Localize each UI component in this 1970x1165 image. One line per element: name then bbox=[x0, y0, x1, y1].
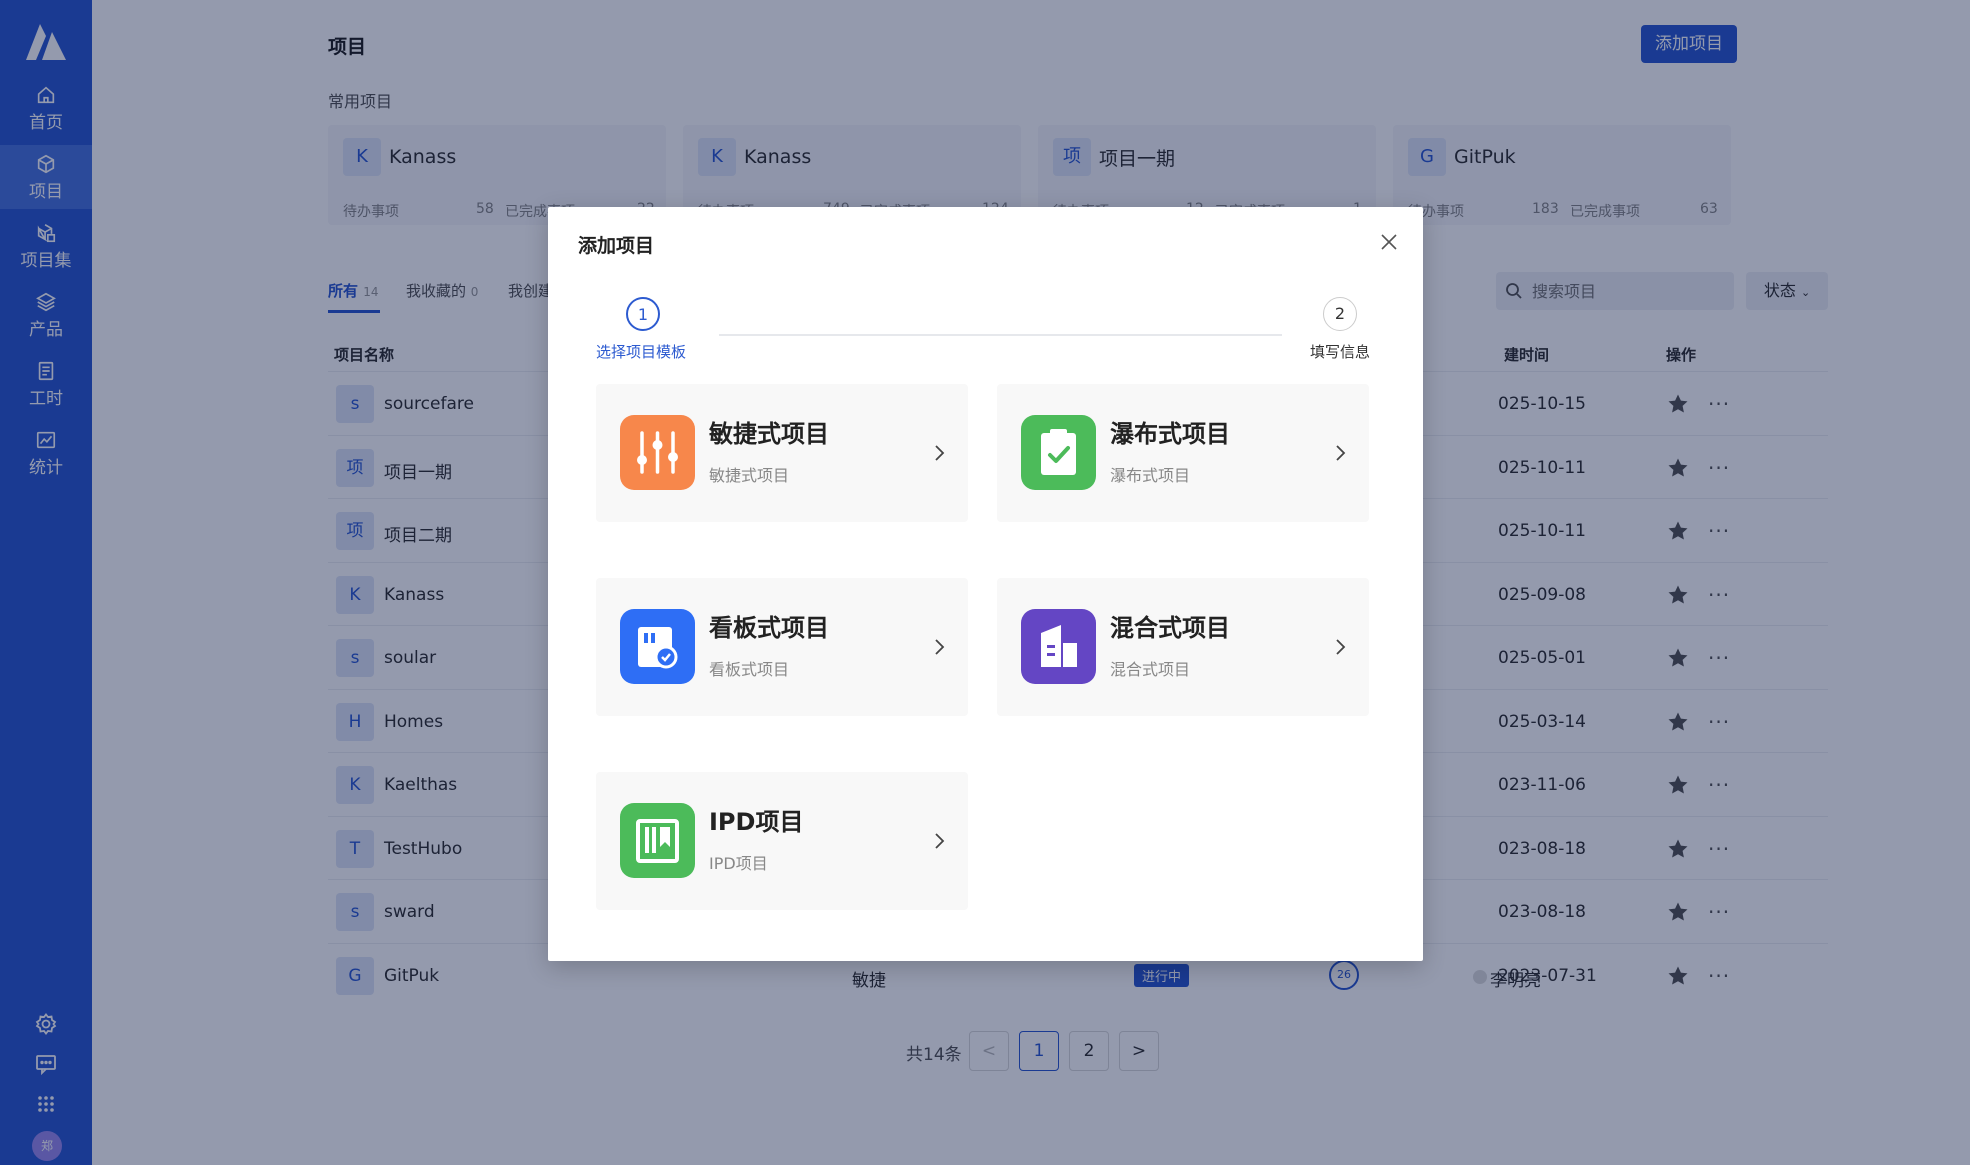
step-1-indicator: 1 bbox=[626, 297, 660, 331]
step-connector bbox=[719, 334, 1282, 336]
chevron-right-icon bbox=[935, 833, 945, 849]
template-title: 敏捷式项目 bbox=[709, 420, 829, 448]
template-desc: IPD项目 bbox=[709, 854, 768, 873]
kanban-template-icon bbox=[620, 609, 695, 684]
template-desc: 混合式项目 bbox=[1110, 660, 1191, 679]
template-desc: 看板式项目 bbox=[709, 660, 790, 679]
chevron-right-icon bbox=[935, 445, 945, 461]
template-desc: 敏捷式项目 bbox=[709, 466, 790, 485]
step-1-label: 选择项目模板 bbox=[596, 343, 687, 361]
agile-template-icon bbox=[620, 415, 695, 490]
step-2-indicator: 2 bbox=[1323, 297, 1357, 331]
template-card-waterfall[interactable]: 瀑布式项目 瀑布式项目 bbox=[997, 384, 1369, 522]
waterfall-template-icon bbox=[1021, 415, 1096, 490]
template-card-kanban[interactable]: 看板式项目 看板式项目 bbox=[596, 578, 968, 716]
hybrid-template-icon bbox=[1021, 609, 1096, 684]
template-card-agile[interactable]: 敏捷式项目 敏捷式项目 bbox=[596, 384, 968, 522]
template-title: IPD项目 bbox=[709, 808, 804, 836]
modal-title: 添加项目 bbox=[578, 235, 655, 257]
add-project-modal: 添加项目 1 2 选择项目模板 填写信息 敏捷式项目 敏捷式项目 瀑布式项目 瀑… bbox=[548, 207, 1423, 961]
chevron-right-icon bbox=[1336, 445, 1346, 461]
chevron-right-icon bbox=[1336, 639, 1346, 655]
step-2-label: 填写信息 bbox=[1310, 343, 1371, 361]
template-card-ipd[interactable]: IPD项目 IPD项目 bbox=[596, 772, 968, 910]
ipd-template-icon bbox=[620, 803, 695, 878]
template-title: 混合式项目 bbox=[1110, 614, 1230, 642]
template-title: 瀑布式项目 bbox=[1110, 420, 1230, 448]
chevron-right-icon bbox=[935, 639, 945, 655]
template-desc: 瀑布式项目 bbox=[1110, 466, 1191, 485]
template-title: 看板式项目 bbox=[709, 614, 829, 642]
close-icon[interactable] bbox=[1378, 231, 1400, 253]
template-card-hybrid[interactable]: 混合式项目 混合式项目 bbox=[997, 578, 1369, 716]
